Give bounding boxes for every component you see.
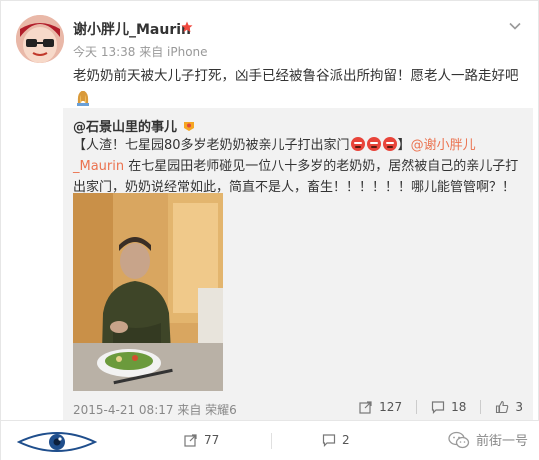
retweet-text: 【人渣！七星园80多岁老奶奶被亲儿子打出家门 】@谢小胖儿_Maurin 在七星园… — [73, 135, 525, 198]
footer-repost-count: 77 — [204, 433, 220, 447]
footer-repost[interactable]: 77 — [184, 433, 219, 447]
repost-icon — [184, 434, 197, 447]
divider — [271, 433, 272, 449]
praying-hands-icon — [77, 91, 89, 106]
retweet-comment[interactable]: 18 — [431, 400, 466, 414]
retweet-repost-count: 127 — [379, 400, 403, 414]
retweet-photo[interactable] — [73, 193, 223, 391]
weibo-post-card: 谢小胖儿_Maurin 今天 13:38 来自 iPhone 老奶奶前天被大儿子… — [0, 0, 539, 460]
vip-badge-icon — [181, 21, 193, 32]
username[interactable]: 谢小胖儿_Maurin — [73, 19, 191, 39]
retweet-text-part1: 【人渣！七星园80多岁老奶奶被亲儿子打出家门 — [73, 138, 350, 153]
post-meta: 今天 13:38 来自 iPhone — [73, 45, 208, 59]
angry-face-icon — [366, 137, 381, 151]
retweet-like-count: 3 — [515, 400, 523, 414]
eye-logo — [17, 432, 97, 452]
post-text-content: 老奶奶前天被大儿子打死，凶手已经被鲁谷派出所拘留！愿老人一路走好吧 — [73, 68, 519, 84]
wechat-icon — [448, 431, 470, 448]
verified-badge-icon — [183, 122, 194, 131]
footer-comment-count: 2 — [342, 433, 350, 447]
retweet-like[interactable]: 3 — [495, 400, 523, 414]
retweet-author-name[interactable]: @石景山里的事儿 — [73, 120, 177, 135]
repost-icon — [359, 401, 372, 414]
angry-face-icon — [382, 137, 397, 151]
retweet-stats: 127 18 3 — [345, 400, 523, 414]
retweet-author[interactable]: @石景山里的事儿 — [73, 116, 196, 135]
watermark: 前街一号 — [448, 430, 528, 449]
like-icon — [496, 400, 509, 414]
divider — [480, 400, 482, 414]
comment-icon — [322, 434, 336, 447]
avatar[interactable] — [16, 15, 64, 63]
retweet-text-part3: 在七星园田老师碰见一位八十多岁的老奶奶，居然被自己的亲儿子打出家门，奶奶说经常如… — [73, 159, 519, 195]
retweet-date: 2015-4-21 08:17 来自 荣耀6 — [73, 403, 237, 417]
retweet-comment-count: 18 — [451, 400, 467, 414]
retweet-text-part2: 】 — [397, 138, 411, 153]
retweet-repost[interactable]: 127 — [359, 400, 402, 414]
watermark-text: 前街一号 — [475, 434, 528, 449]
chevron-down-icon[interactable] — [506, 17, 524, 35]
footer-comment[interactable]: 2 — [322, 433, 350, 447]
comment-icon — [431, 401, 445, 414]
retweet-block: @石景山里的事儿 【人渣！七星园80多岁老奶奶被亲儿子打出家门 】@谢小胖儿_Ma… — [63, 108, 533, 431]
divider — [416, 400, 418, 414]
angry-face-icon — [350, 137, 365, 151]
